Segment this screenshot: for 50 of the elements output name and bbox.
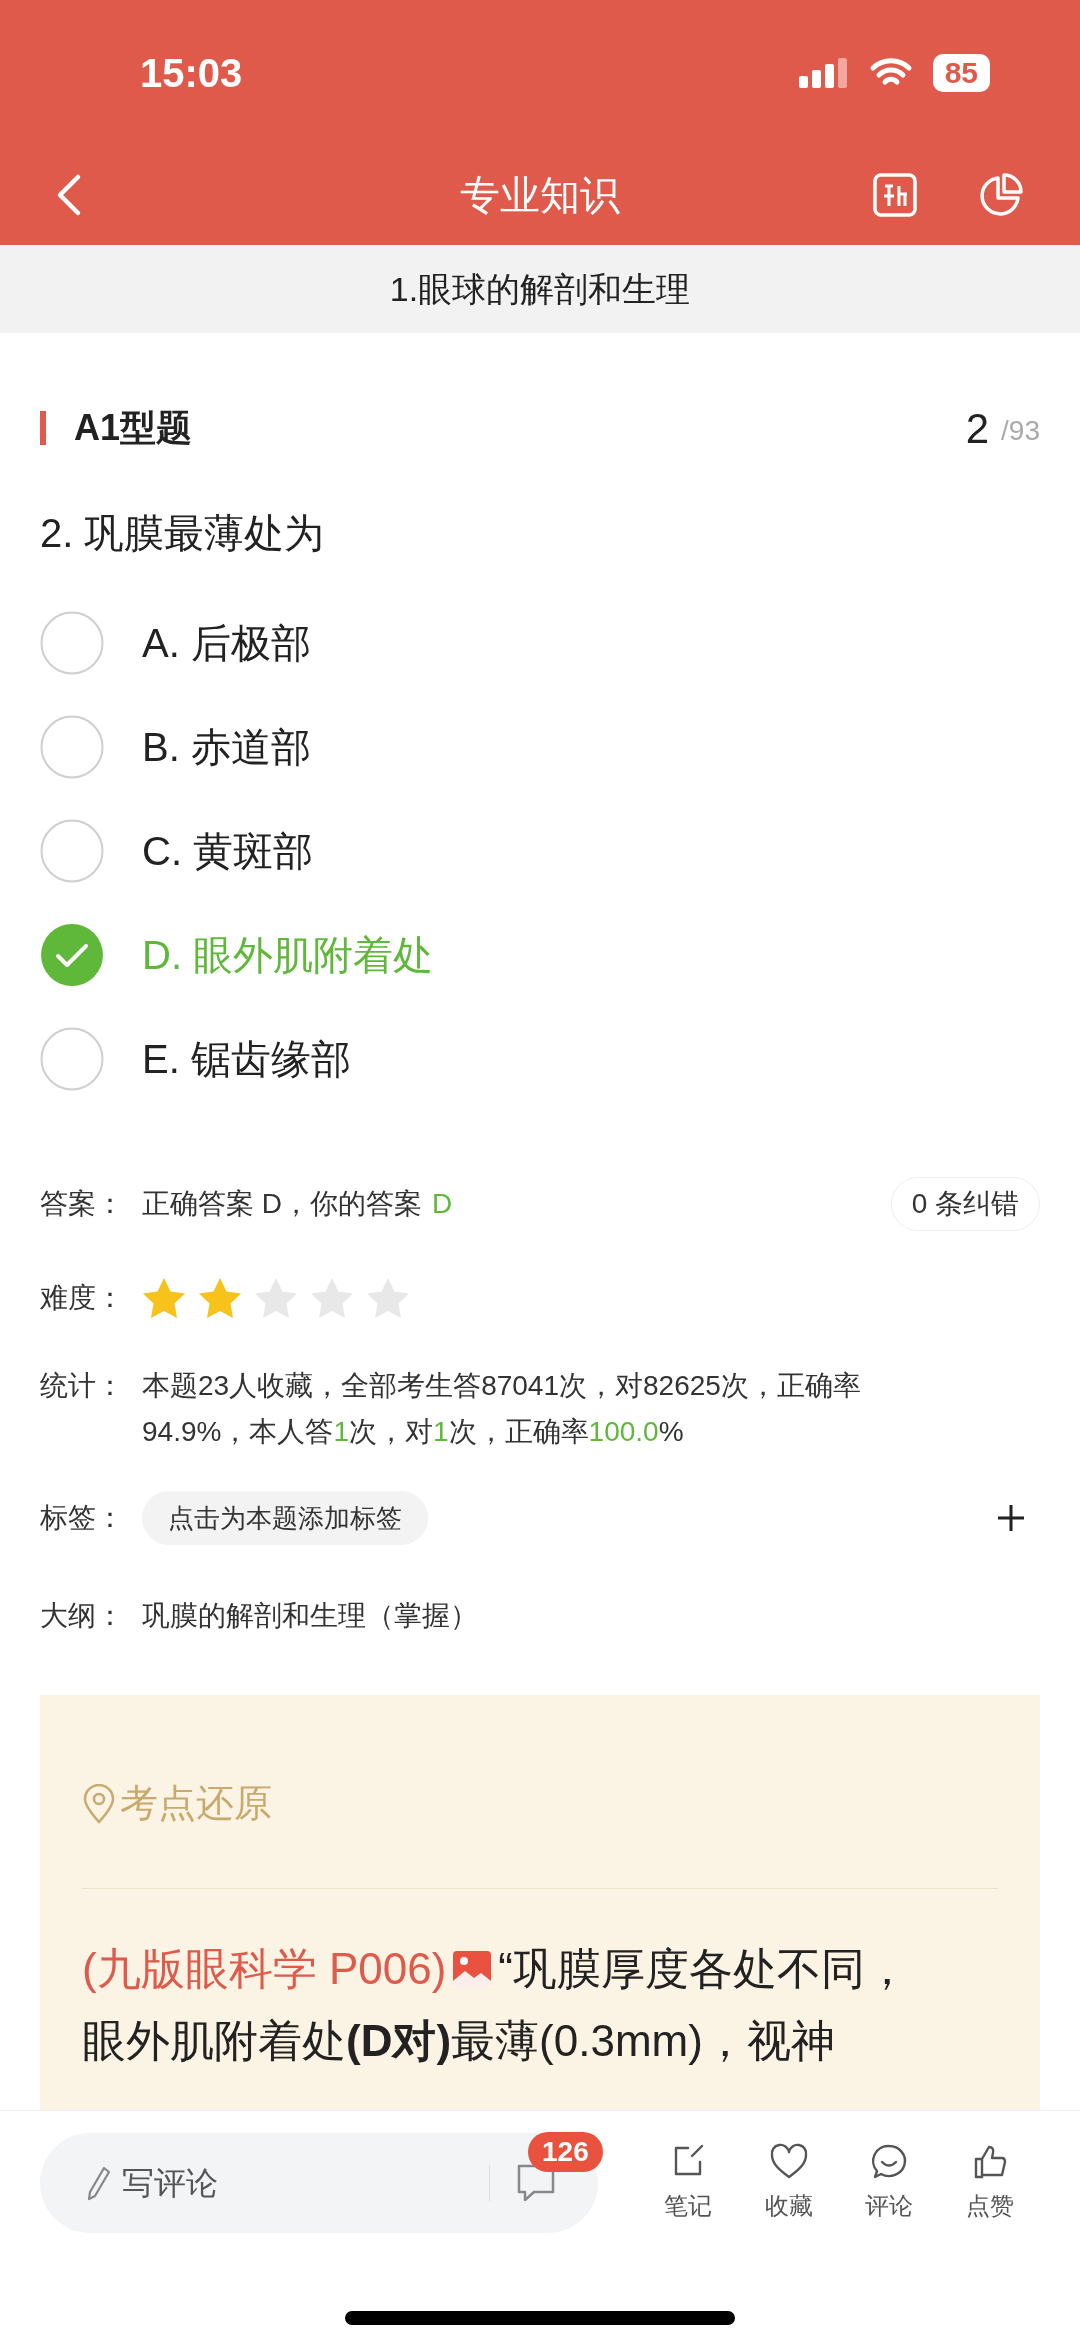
radio-circle-icon — [40, 1027, 104, 1091]
option-label: C. 黄斑部 — [142, 828, 314, 875]
question-number: 2 — [965, 403, 990, 454]
answer-label: 答案： — [40, 1187, 125, 1221]
chapter-title: 1.眼球的解剖和生理 — [389, 268, 691, 310]
back-icon[interactable] — [56, 173, 82, 217]
stats-text: 本题23人收藏，全部考生答87041次，对82625次，正确率94.9%，本人答1次，对1次，正确率100.0% — [142, 1369, 862, 1449]
option-label: B. 赤道部 — [142, 724, 311, 771]
outline-text: 巩膜的解剖和生理（掌握） — [142, 1599, 478, 1633]
question-text: 2. 巩膜最薄处为 — [39, 510, 326, 557]
difficulty-label: 难度： — [40, 1281, 125, 1315]
radio-circle-icon — [40, 715, 104, 779]
star-icon — [142, 1277, 186, 1319]
toolbar-action[interactable]: 收藏 — [764, 2142, 813, 2224]
answer-option[interactable]: A. 后极部 — [0, 591, 1080, 695]
answer-text: 正确答案 D，你的答案 — [142, 1187, 422, 1221]
battery-indicator: 85 — [932, 53, 990, 92]
pie-chart-icon[interactable] — [978, 172, 1024, 218]
option-label: A. 后极部 — [142, 620, 311, 667]
comment-count-badge: 126 — [528, 2132, 603, 2172]
image-icon[interactable] — [452, 1950, 493, 1988]
section-title: A1型题 — [74, 406, 193, 450]
pencil-icon — [86, 2165, 112, 2201]
radio-circle-icon — [40, 819, 104, 883]
explanation-text: (九版眼科学 P006) “巩膜厚度各处不同，眼外肌附着处(D对)最薄(0.3mm)，视神 — [82, 1943, 910, 2067]
page-title: 专业知识 — [460, 172, 620, 219]
radio-circle-icon — [40, 611, 104, 675]
tags-label: 标签： — [40, 1501, 125, 1535]
answer-option[interactable]: B. 赤道部 — [0, 695, 1080, 799]
status-time: 15:03 — [140, 49, 243, 97]
location-pin-icon — [82, 1783, 116, 1824]
stats-label: 统计： — [40, 1369, 125, 1403]
check-circle-icon — [40, 923, 104, 987]
toolbar-action[interactable]: 笔记 — [664, 2142, 713, 2224]
option-label: D. 眼外肌附着处 — [142, 932, 434, 979]
toolbar-action[interactable]: 点赞 — [965, 2142, 1014, 2224]
section-marker — [40, 411, 46, 445]
user-answer: D — [432, 1187, 453, 1221]
explanation-title: 考点还原 — [120, 1781, 272, 1826]
answer-option[interactable]: C. 黄斑部 — [0, 799, 1080, 903]
outline-label: 大纲： — [40, 1599, 125, 1633]
comment-placeholder: 写评论 — [122, 2164, 218, 2203]
question-total: /93 — [1001, 414, 1040, 448]
plus-icon[interactable] — [996, 1503, 1026, 1533]
option-label: E. 锯齿缘部 — [142, 1036, 351, 1083]
add-tag-button[interactable]: 点击为本题添加标签 — [142, 1491, 428, 1545]
signal-icon — [798, 55, 849, 90]
answer-option[interactable]: E. 锯齿缘部 — [0, 1007, 1080, 1111]
star-icon — [198, 1277, 242, 1319]
toolbar-action[interactable]: 评论 — [865, 2142, 914, 2224]
